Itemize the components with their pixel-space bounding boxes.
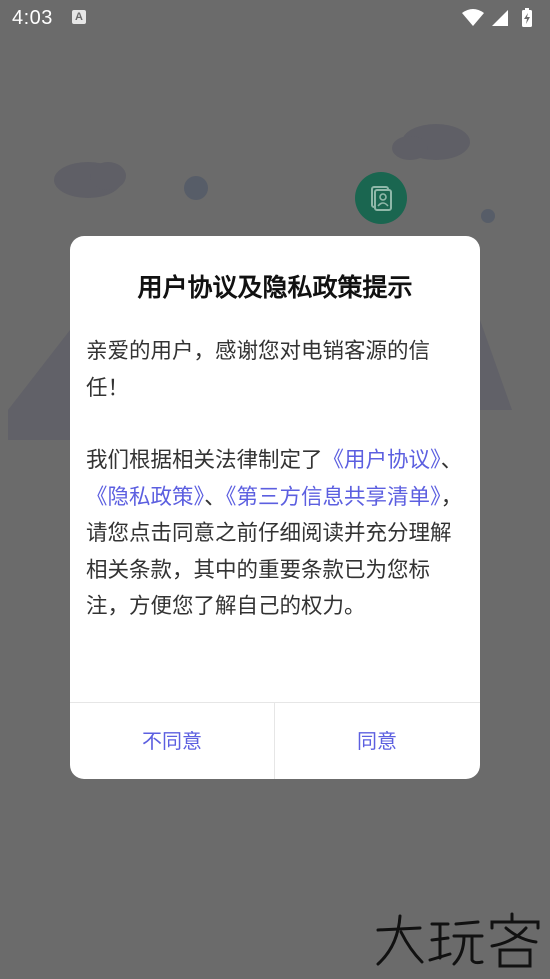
watermark-logo: [376, 912, 540, 968]
greeting-text: 亲爱的用户，感谢您对电销客源的信任！: [86, 339, 431, 401]
separator-text: 、: [204, 484, 226, 510]
privacy-agreement-dialog: 用户协议及隐私政策提示 亲爱的用户，感谢您对电销客源的信任！ 我们根据相关法律制…: [70, 236, 480, 779]
third-party-sharing-list-link[interactable]: 《第三方信息共享清单》: [226, 485, 441, 510]
privacy-policy-link[interactable]: 《隐私政策》: [86, 485, 204, 510]
agree-button[interactable]: 同意: [275, 703, 479, 779]
cellular-signal-icon: [492, 10, 508, 26]
user-agreement-link[interactable]: 《用户协议》: [323, 448, 441, 473]
dialog-body: 亲爱的用户，感谢您对电销客源的信任！ 我们根据相关法律制定了《用户协议》、《隐私…: [86, 334, 466, 626]
agreement-paragraph: 我们根据相关法律制定了《用户协议》、《隐私政策》、《第三方信息共享清单》，请您点…: [86, 443, 466, 626]
status-time: 4:03: [12, 7, 53, 29]
disagree-button[interactable]: 不同意: [70, 703, 275, 779]
wifi-icon: [462, 9, 484, 26]
app-logo-icon: [355, 172, 407, 224]
status-bar: 4:03 A: [0, 0, 550, 36]
system-status-icons: [462, 8, 532, 27]
body-intro-text: 我们根据相关法律制定了: [86, 448, 323, 473]
dialog-button-row: 不同意 同意: [70, 702, 480, 779]
dialog-title: 用户协议及隐私政策提示: [137, 273, 413, 302]
battery-charging-icon: [522, 8, 532, 27]
a-icon: A: [72, 10, 86, 24]
separator-text: 、: [440, 448, 463, 473]
